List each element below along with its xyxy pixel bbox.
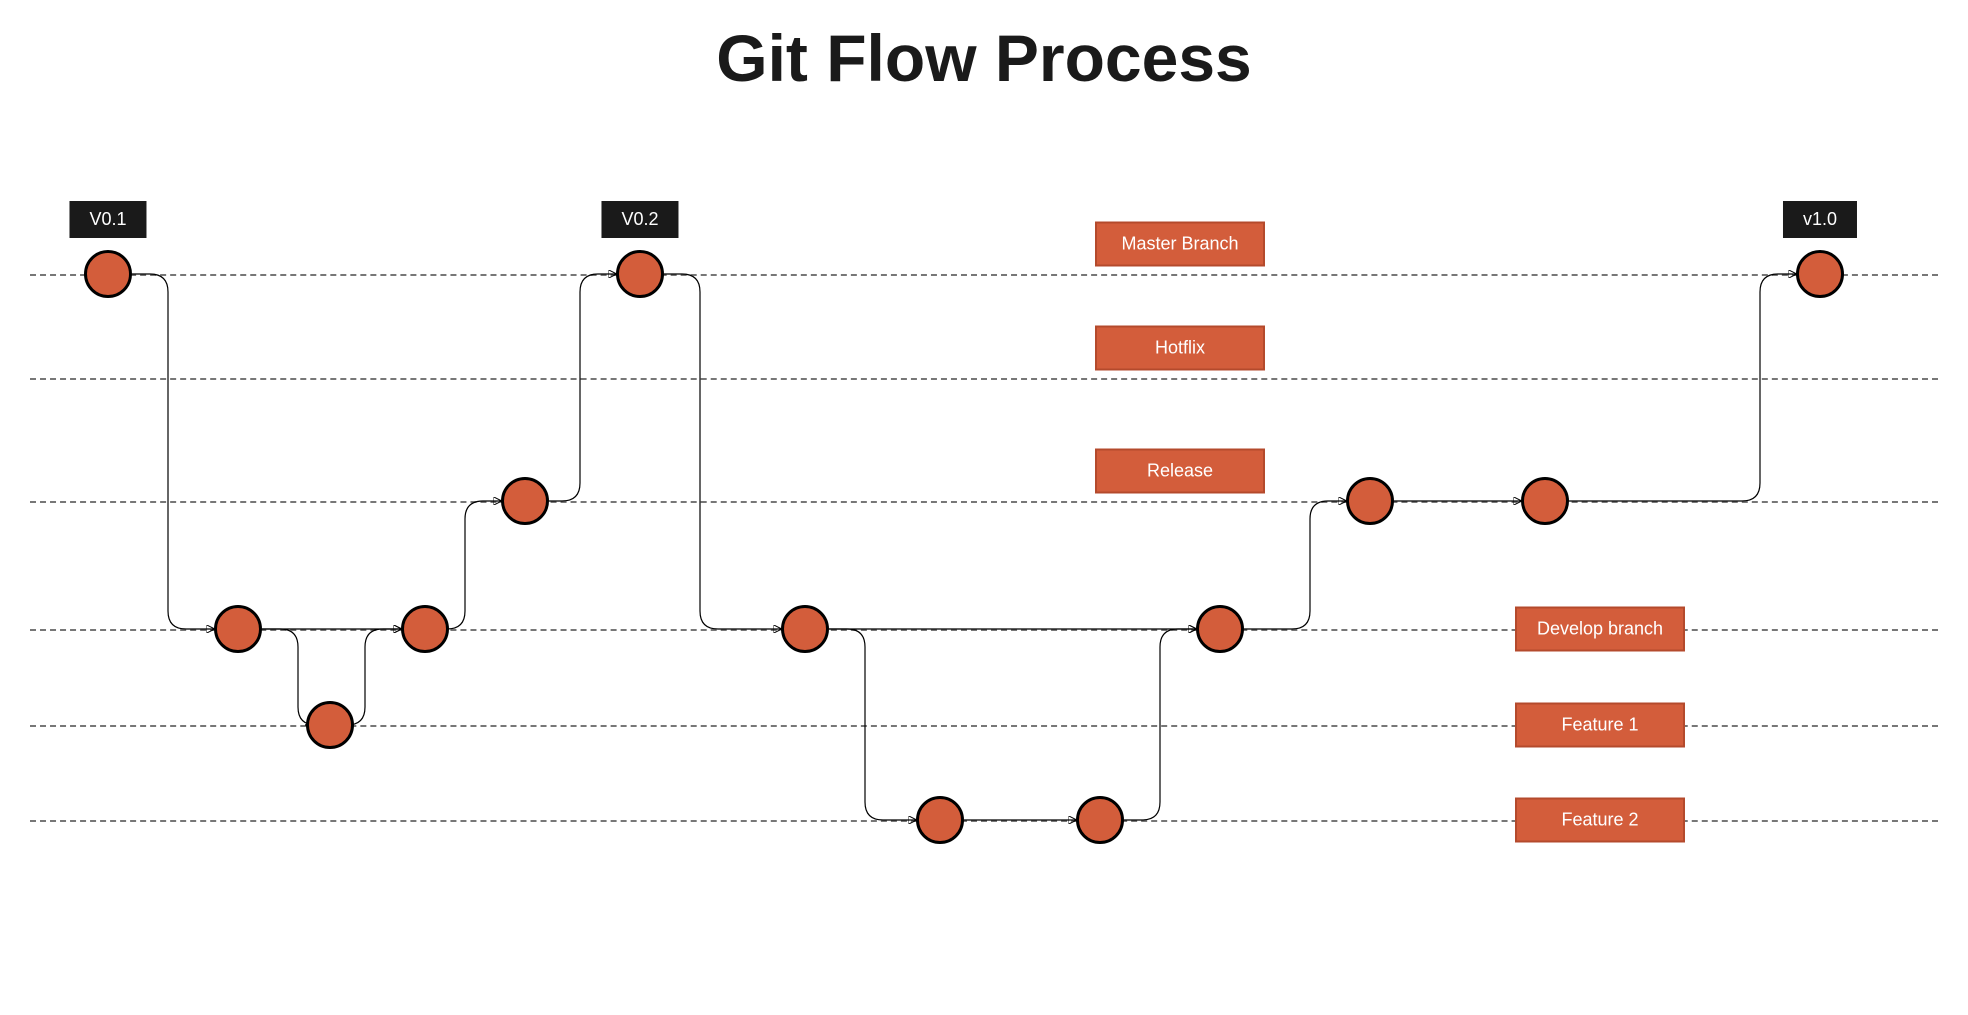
edge-f1a-d2 xyxy=(347,629,401,725)
lane-hotfix xyxy=(30,378,1938,380)
commit-f2a xyxy=(916,796,964,844)
diagram-canvas: Git Flow Process Master Branch Hotflix R… xyxy=(0,0,1968,1015)
commit-r1 xyxy=(501,477,549,525)
lane-label-hotfix: Hotflix xyxy=(1095,326,1265,371)
edge-d4-r2 xyxy=(1244,501,1346,629)
commit-d2 xyxy=(401,605,449,653)
commit-d1 xyxy=(214,605,262,653)
lane-label-master: Master Branch xyxy=(1095,222,1265,267)
edge-r3-m3 xyxy=(1569,274,1796,501)
edge-m2-d3 xyxy=(664,274,781,629)
lane-master xyxy=(30,274,1938,276)
commit-m3 xyxy=(1796,250,1844,298)
commit-f2b xyxy=(1076,796,1124,844)
edge-m1-d1 xyxy=(132,274,214,629)
lane-label-release: Release xyxy=(1095,449,1265,494)
edge-r1-m2 xyxy=(549,274,616,501)
commit-m2 xyxy=(616,250,664,298)
lane-label-feature2: Feature 2 xyxy=(1515,798,1685,843)
diagram-title: Git Flow Process xyxy=(0,20,1968,96)
commit-d4 xyxy=(1196,605,1244,653)
commit-d3 xyxy=(781,605,829,653)
connection-lines xyxy=(0,0,1968,1015)
commit-f1a xyxy=(306,701,354,749)
commit-m1 xyxy=(84,250,132,298)
tag-v01: V0.1 xyxy=(69,201,146,238)
edge-d1-f1a xyxy=(262,629,316,725)
tag-v10: v1.0 xyxy=(1783,201,1857,238)
lane-label-feature1: Feature 1 xyxy=(1515,703,1685,748)
lane-release xyxy=(30,501,1938,503)
commit-r3 xyxy=(1521,477,1569,525)
lane-label-develop: Develop branch xyxy=(1515,607,1685,652)
edge-d2-r1 xyxy=(447,501,501,629)
commit-r2 xyxy=(1346,477,1394,525)
tag-v02: V0.2 xyxy=(601,201,678,238)
